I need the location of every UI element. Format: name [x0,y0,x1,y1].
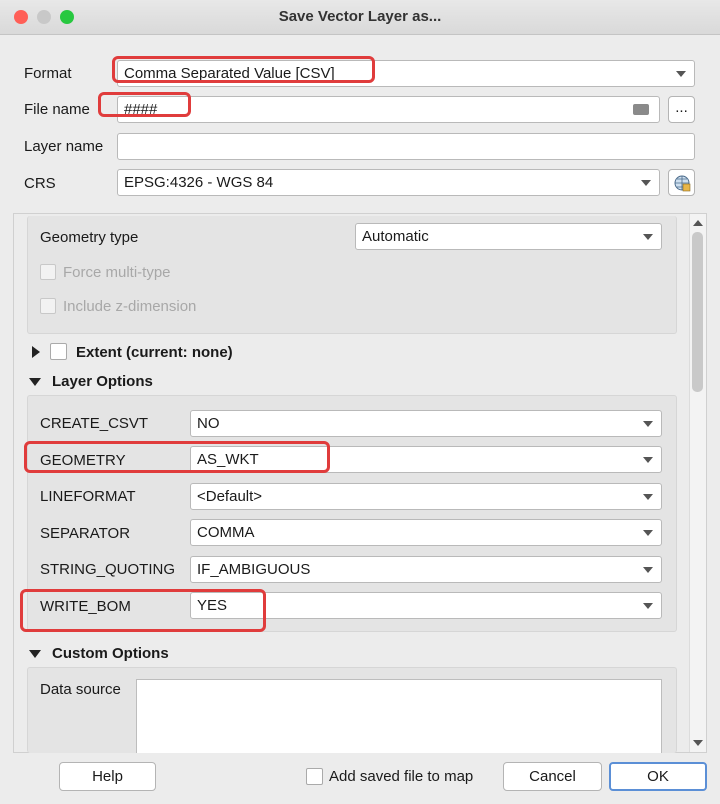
extent-checkbox[interactable] [50,343,67,360]
globe-icon [674,175,690,192]
include-z-checkbox[interactable] [40,298,56,314]
option-key-lineformat: LINEFORMAT [40,488,136,505]
extent-label: Extent (current: none) [76,344,233,361]
geometry-type-label: Geometry type [40,229,139,246]
layername-label: Layer name [24,138,104,155]
help-button[interactable]: Help [59,762,156,791]
custom-options-heading: Custom Options [52,645,169,662]
collapse-down-icon[interactable] [29,378,41,386]
crs-label: CRS [24,175,56,192]
option-value: COMMA [197,524,255,541]
scroll-up-icon[interactable] [693,220,703,226]
force-multi-checkbox[interactable] [40,264,56,280]
window-title: Save Vector Layer as... [278,8,442,25]
option-combo-separator[interactable]: COMMA [190,519,662,546]
format-label: Format [24,65,72,82]
option-key-separator: SEPARATOR [40,525,131,542]
option-value: IF_AMBIGUOUS [197,561,311,578]
filename-label: File name [24,101,90,118]
browse-button[interactable]: ... [668,96,695,123]
cancel-button[interactable]: Cancel [503,762,602,791]
chevron-down-icon [643,494,653,500]
crs-select-button[interactable] [668,169,695,196]
clear-input-icon[interactable] [633,104,649,115]
add-saved-label: Add saved file to map [329,768,474,785]
crs-value: EPSG:4326 - WGS 84 [124,174,274,191]
option-key-string-quoting: STRING_QUOTING [40,561,176,578]
layer-options-heading: Layer Options [52,373,153,390]
chevron-down-icon [643,530,653,536]
geometry-type-combo[interactable]: Automatic [355,223,662,250]
highlight-format [112,56,375,83]
geometry-type-value: Automatic [362,228,429,245]
chevron-down-icon [676,71,686,77]
chevron-down-icon [643,603,653,609]
scroll-down-icon[interactable] [693,740,703,746]
add-saved-checkbox[interactable] [306,768,323,785]
chevron-down-icon [643,567,653,573]
layername-input[interactable] [117,133,695,160]
option-combo-string-quoting[interactable]: IF_AMBIGUOUS [190,556,662,583]
option-combo-create-csvt[interactable]: NO [190,410,662,437]
highlight-geometry [24,441,330,473]
crs-combo[interactable]: EPSG:4326 - WGS 84 [117,169,660,196]
scrollbar-thumb[interactable] [692,232,703,392]
filename-input[interactable]: #### [117,96,660,123]
chevron-down-icon [643,421,653,427]
option-value: <Default> [197,488,263,505]
highlight-filename [98,92,191,117]
collapse-down-icon[interactable] [29,650,41,658]
option-key-create-csvt: CREATE_CSVT [40,415,149,432]
include-z-label: Include z-dimension [63,298,197,315]
option-value: NO [197,415,220,432]
chevron-down-icon [643,234,653,240]
chevron-down-icon [641,180,651,186]
data-source-label: Data source [40,681,121,698]
expand-right-icon[interactable] [32,346,40,358]
data-source-textarea[interactable] [136,679,662,753]
ok-button[interactable]: OK [609,762,707,791]
force-multi-label: Force multi-type [63,264,171,281]
chevron-down-icon [643,457,653,463]
highlight-write-bom [20,589,266,632]
option-combo-lineformat[interactable]: <Default> [190,483,662,510]
